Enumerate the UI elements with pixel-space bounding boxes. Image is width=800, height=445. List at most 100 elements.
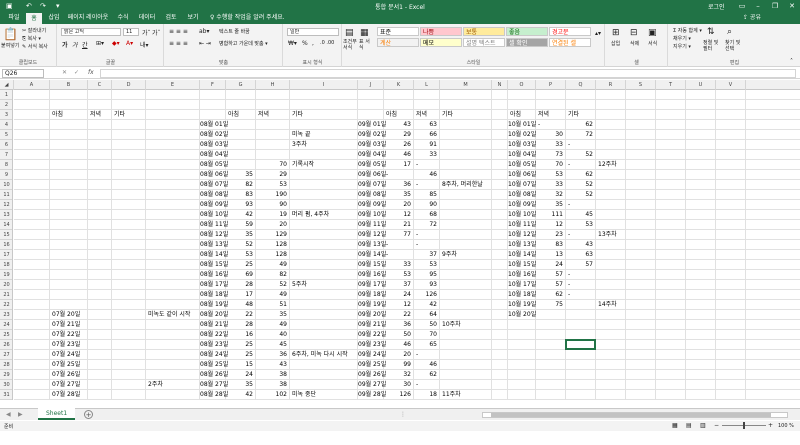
row-header-30[interactable]: 30 (0, 380, 12, 390)
format-painter-button[interactable]: ✎ 서식 복사 (22, 43, 48, 50)
name-box[interactable]: Q26 (2, 69, 44, 78)
column-header-r[interactable]: R (596, 80, 626, 90)
autosum-button[interactable]: Σ 자동 합계 ▾ (673, 27, 702, 34)
column-header-m[interactable]: M (440, 80, 492, 90)
cell-style-option[interactable]: 보통 (463, 27, 505, 36)
column-header-c[interactable]: C (88, 80, 112, 90)
sort-filter-icon[interactable]: ⇅ (707, 27, 715, 37)
column-header-o[interactable]: O (508, 80, 536, 90)
column-header-g[interactable]: G (226, 80, 256, 90)
tab-file[interactable]: 파일 (4, 12, 24, 24)
zoom-level[interactable]: 100 % (778, 423, 794, 429)
find-select-icon[interactable]: ⌕ (727, 27, 732, 37)
next-sheet-icon[interactable]: ▶ (18, 411, 23, 418)
prev-sheet-icon[interactable]: ◀ (6, 411, 11, 418)
row-header-6[interactable]: 6 (0, 140, 12, 150)
row-header-11[interactable]: 11 (0, 190, 12, 200)
cancel-icon[interactable]: ✕ (62, 69, 67, 76)
fill-color-icon[interactable]: ◆▾ (112, 40, 120, 47)
row-header-22[interactable]: 22 (0, 300, 12, 310)
tab-data[interactable]: 데이터 (136, 12, 158, 24)
row-header-2[interactable]: 2 (0, 100, 12, 110)
row-header-7[interactable]: 7 (0, 150, 12, 160)
row-header-12[interactable]: 12 (0, 200, 12, 210)
styles-more-icon[interactable]: ▴▾ (595, 30, 601, 37)
paste-button[interactable]: 붙여넣기 (1, 42, 19, 49)
zoom-slider-thumb[interactable] (743, 422, 745, 429)
column-header-v[interactable]: V (716, 80, 746, 90)
cell-style-option[interactable]: 경고문 (549, 27, 591, 36)
row-header-17[interactable]: 17 (0, 250, 12, 260)
italic-button[interactable]: 가 (72, 40, 78, 49)
page-layout-view-icon[interactable]: ▤ (686, 422, 692, 429)
table-format-button[interactable]: 표 서식 (359, 39, 373, 51)
column-header-d[interactable]: D (112, 80, 146, 90)
sort-filter-button[interactable]: 정렬 및 필터 (703, 40, 723, 52)
column-header-b[interactable]: B (50, 80, 88, 90)
cell-style-option[interactable]: 설명 텍스트 (463, 38, 505, 47)
column-header-s[interactable]: S (626, 80, 656, 90)
worksheet-grid[interactable]: 아침 저녁 기타 아침 저녁 기타 아침 저녁 기타 아침 저녁 기타 07월 20일 미녹도 같이 시작… (14, 90, 800, 400)
collapse-ribbon-icon[interactable]: ˄ (790, 58, 793, 65)
column-header-q[interactable]: Q (566, 80, 596, 90)
row-header-19[interactable]: 19 (0, 270, 12, 280)
row-header-31[interactable]: 31 (0, 390, 12, 400)
cell-style-option[interactable]: 셀 확인 (506, 38, 548, 47)
conditional-format-icon[interactable]: ▤ (345, 28, 354, 38)
number-format-select[interactable]: 일반 (287, 28, 339, 36)
row-header-24[interactable]: 24 (0, 320, 12, 330)
enter-icon[interactable]: ✓ (74, 69, 79, 76)
row-header-13[interactable]: 13 (0, 210, 12, 220)
font-size-select[interactable]: 11 (123, 28, 139, 36)
column-header-f[interactable]: F (200, 80, 226, 90)
merge-center-button[interactable]: 병합하고 가운데 맞춤 ▾ (219, 40, 268, 47)
tab-page-layout[interactable]: 페이지 레이아웃 (66, 12, 110, 24)
column-header-j[interactable]: J (358, 80, 384, 90)
zoom-in-icon[interactable]: + (768, 422, 773, 429)
column-header-k[interactable]: K (384, 80, 414, 90)
row-header-15[interactable]: 15 (0, 230, 12, 240)
fill-button[interactable]: 채우기 ▾ (673, 35, 691, 42)
paste-icon[interactable]: 📋 (3, 27, 18, 41)
close-icon[interactable]: ✕ (784, 0, 800, 12)
row-header-26[interactable]: 26 (0, 340, 12, 350)
border-icon[interactable]: ⊞▾ (96, 40, 104, 47)
tab-formulas[interactable]: 수식 (114, 12, 132, 24)
cell-style-option[interactable]: 계산 (377, 38, 419, 47)
decimal-icon[interactable]: .0 .00 (320, 40, 334, 46)
format-cells-button[interactable]: 서식 (648, 40, 657, 47)
insert-cells-icon[interactable]: ⊞ (612, 28, 620, 38)
font-color-icon[interactable]: A▾ (126, 40, 133, 47)
table-format-icon[interactable]: ▦ (360, 28, 369, 38)
column-header-h[interactable]: H (256, 80, 290, 90)
indent-icon[interactable]: ⇤ ⇥ (199, 40, 211, 47)
conditional-format-button[interactable]: 조건부 서식 (343, 39, 357, 51)
underline-button[interactable]: 간 (82, 40, 88, 49)
row-header-20[interactable]: 20 (0, 280, 12, 290)
insert-cells-button[interactable]: 삽입 (611, 40, 620, 47)
column-header-u[interactable]: U (686, 80, 716, 90)
format-cells-icon[interactable]: ▣ (648, 28, 657, 38)
column-header-i[interactable]: I (290, 80, 358, 90)
wrap-text-button[interactable]: 텍스트 줄 바꿈 (219, 28, 250, 35)
row-header-14[interactable]: 14 (0, 220, 12, 230)
tab-review[interactable]: 검토 (162, 12, 180, 24)
formula-input[interactable] (100, 69, 796, 78)
align-top-icon[interactable]: ≡ ≡ ≡ (169, 28, 188, 35)
percent-button[interactable]: % (302, 40, 308, 47)
tell-me-search[interactable]: ♀ 수행할 작업을 알려 주세요. (210, 12, 285, 24)
zoom-out-icon[interactable]: − (714, 422, 719, 429)
column-header-l[interactable]: L (414, 80, 440, 90)
insert-function-icon[interactable]: fx (88, 69, 94, 76)
zoom-slider[interactable] (722, 422, 766, 429)
row-header-25[interactable]: 25 (0, 330, 12, 340)
comma-button[interactable]: , (312, 40, 314, 47)
column-header-a[interactable]: A (14, 80, 50, 90)
cell-style-option[interactable]: 좋음 (506, 27, 548, 36)
bold-button[interactable]: 가 (62, 40, 68, 49)
selected-cell-q26[interactable] (565, 339, 596, 350)
minimize-icon[interactable]: – (750, 0, 766, 12)
find-select-button[interactable]: 찾기 및 선택 (725, 40, 745, 52)
column-header-t[interactable]: T (656, 80, 686, 90)
row-header-5[interactable]: 5 (0, 130, 12, 140)
